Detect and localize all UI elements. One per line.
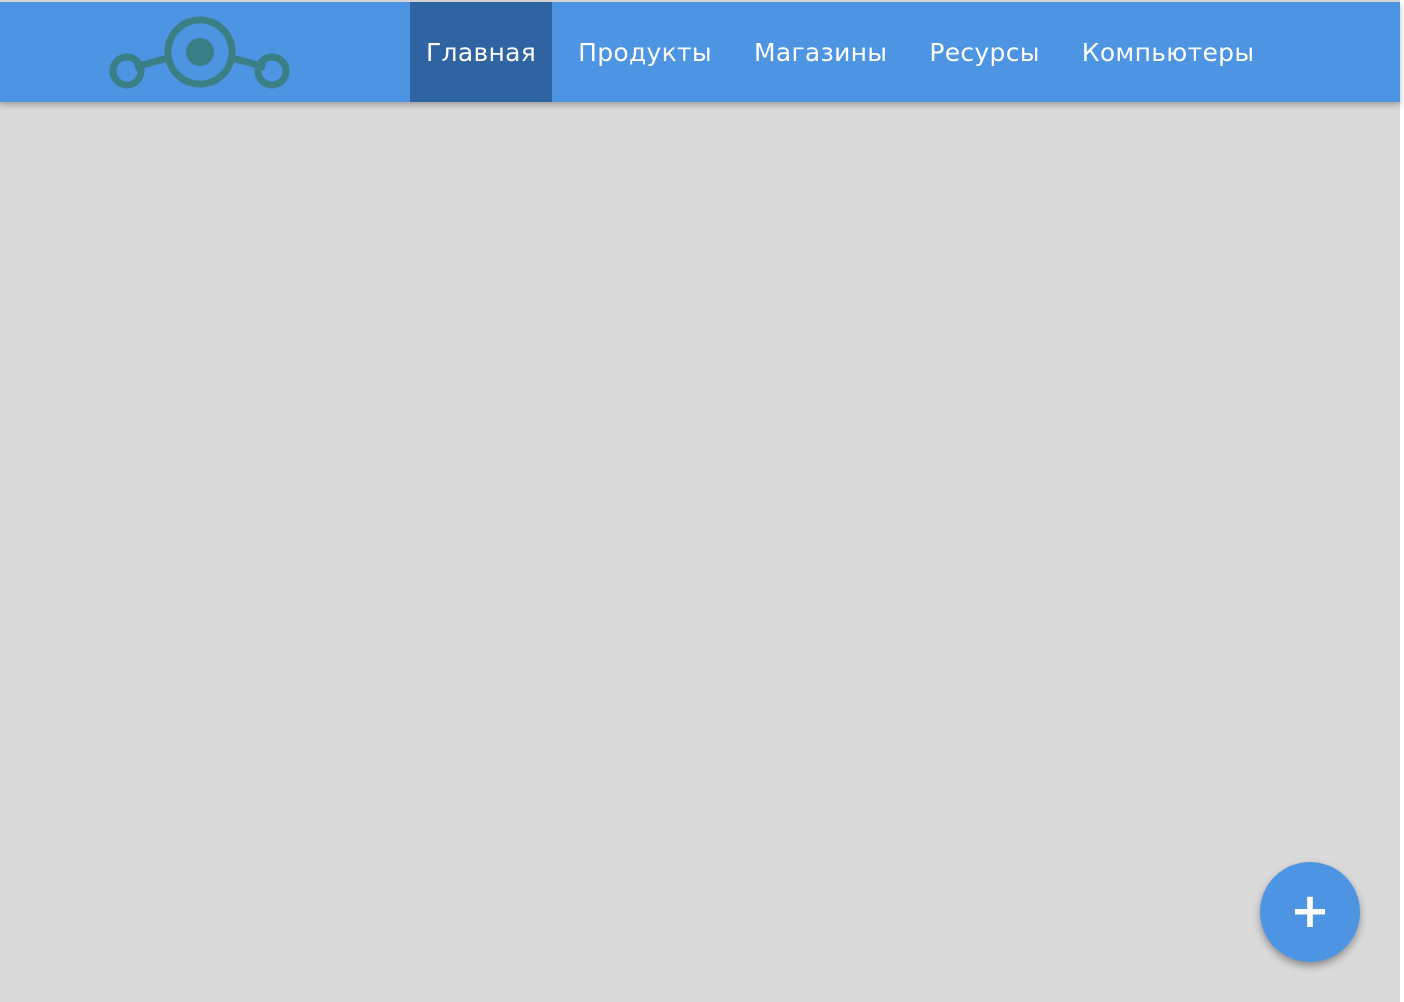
- add-fab-button[interactable]: +: [1260, 862, 1360, 962]
- nav-item-resources[interactable]: Ресурсы: [913, 2, 1055, 102]
- lineage-logo-icon[interactable]: [108, 14, 292, 94]
- nav-item-products[interactable]: Продукты: [562, 2, 728, 102]
- main-nav: Главная Продукты Магазины Ресурсы Компью…: [410, 2, 1280, 102]
- window-edge: [1400, 0, 1404, 1002]
- nav-item-home[interactable]: Главная: [410, 2, 553, 102]
- page-background: [0, 0, 1400, 1002]
- top-app-bar: Главная Продукты Магазины Ресурсы Компью…: [0, 2, 1400, 102]
- nav-item-stores[interactable]: Магазины: [738, 2, 903, 102]
- nav-item-computers[interactable]: Компьютеры: [1066, 2, 1271, 102]
- plus-icon: +: [1289, 883, 1331, 939]
